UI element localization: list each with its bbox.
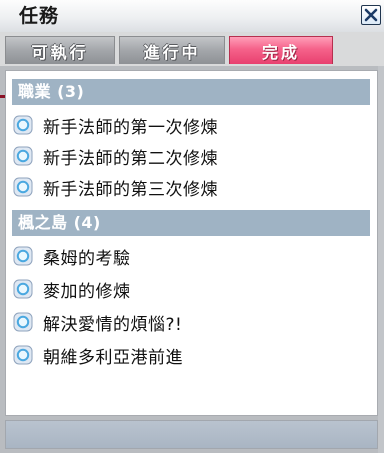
quest-item[interactable]: 新手法師的第一次修煉: [13, 111, 363, 139]
tab-in-progress-label: 進行中: [143, 42, 201, 62]
section-header-maple-island[interactable]: 楓之島 (4): [12, 210, 370, 236]
quest-bullet-icon: [13, 246, 33, 266]
section-header-job-label: 職業 (3): [18, 82, 85, 101]
quest-bullet-icon: [13, 279, 33, 299]
quest-item[interactable]: 新手法師的第二次修煉: [13, 142, 363, 170]
quest-item[interactable]: 麥加的修煉: [13, 275, 363, 303]
quest-item-label: 麥加的修煉: [43, 281, 131, 302]
section-header-maple-island-label: 楓之島 (4): [18, 213, 101, 232]
quest-item-label: 朝維多利亞港前進: [43, 347, 183, 368]
quest-window: 任務 可執行 進行中 完成 職業 (3) 新手法師的第一次修煉 新手法師的第二次…: [0, 0, 384, 453]
quest-item-label: 新手法師的第一次修煉: [43, 117, 218, 138]
quest-item-label: 新手法師的第三次修煉: [43, 179, 218, 200]
quest-item[interactable]: 解決愛情的煩惱?!: [13, 308, 363, 336]
close-button[interactable]: [361, 5, 381, 25]
tab-completed-label: 完成: [261, 42, 300, 62]
window-frame-right: [378, 66, 384, 453]
quest-list-panel: 職業 (3) 新手法師的第一次修煉 新手法師的第二次修煉 新手法師的第三次修煉: [5, 70, 378, 416]
tab-bar: 可執行 進行中 完成: [0, 32, 384, 98]
quest-bullet-icon: [13, 177, 33, 197]
title-bar[interactable]: 任務: [0, 0, 384, 32]
tab-in-progress[interactable]: 進行中: [119, 36, 225, 64]
quest-bullet-icon: [13, 115, 33, 135]
tab-available-label: 可執行: [31, 42, 89, 62]
quest-bullet-icon: [13, 345, 33, 365]
tab-completed[interactable]: 完成: [229, 36, 333, 64]
quest-item[interactable]: 桑姆的考驗: [13, 242, 363, 270]
quest-item-label: 桑姆的考驗: [43, 248, 131, 269]
bottom-bar: [5, 420, 378, 449]
quest-item-label: 新手法師的第二次修煉: [43, 148, 218, 169]
window-title: 任務: [19, 5, 60, 27]
quest-bullet-icon: [13, 312, 33, 332]
quest-item[interactable]: 新手法師的第三次修煉: [13, 173, 363, 201]
quest-item-label: 解決愛情的煩惱?!: [43, 314, 183, 335]
quest-bullet-icon: [13, 146, 33, 166]
section-header-job[interactable]: 職業 (3): [12, 79, 370, 105]
quest-item[interactable]: 朝維多利亞港前進: [13, 341, 363, 369]
close-icon: [364, 8, 378, 22]
tab-available[interactable]: 可執行: [5, 36, 115, 64]
